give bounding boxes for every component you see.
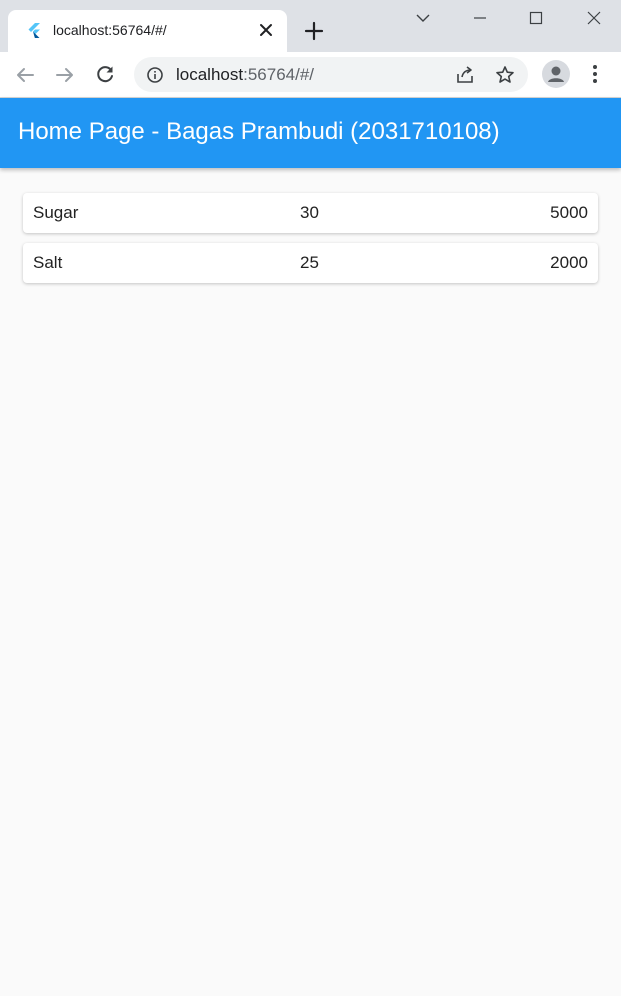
browser-tab[interactable]: localhost:56764/#/	[8, 10, 287, 52]
item-name: Salt	[33, 253, 63, 272]
item-card-sugar[interactable]: Sugar 30 5000	[23, 193, 598, 233]
tab-title: localhost:56764/#/	[53, 22, 167, 38]
app-bar: Home Page - Bagas Prambudi (2031710108)	[0, 98, 621, 168]
person-icon	[548, 66, 564, 82]
browser-toolbar: localhost:56764/#/	[0, 52, 621, 98]
item-price: 5000	[550, 203, 588, 222]
item-price: 2000	[550, 253, 588, 272]
item-card-salt[interactable]: Salt 25 2000	[23, 243, 598, 283]
tab-close-icon[interactable]	[257, 21, 275, 39]
maximize-icon[interactable]	[522, 8, 550, 28]
url-path: :56764/#/	[243, 65, 315, 84]
profile-avatar[interactable]	[542, 60, 570, 88]
kebab-menu-icon[interactable]	[585, 62, 605, 86]
flutter-icon	[28, 23, 40, 38]
arrow-left-icon[interactable]	[13, 63, 37, 87]
minimize-icon[interactable]	[466, 8, 494, 28]
plus-icon[interactable]	[303, 20, 325, 42]
page-title: Home Page - Bagas Prambudi (2031710108)	[18, 118, 500, 145]
browser-tab-strip: localhost:56764/#/	[0, 0, 621, 52]
reload-icon[interactable]	[93, 63, 117, 87]
arrow-right-icon[interactable]	[53, 63, 77, 87]
star-icon[interactable]	[495, 65, 515, 85]
item-name: Sugar	[33, 203, 79, 222]
share-icon[interactable]	[455, 65, 475, 85]
item-quantity: 30	[300, 203, 319, 222]
info-icon[interactable]	[146, 66, 164, 84]
item-quantity: 25	[300, 253, 319, 272]
url-text: localhost:56764/#/	[176, 65, 314, 85]
address-bar[interactable]: localhost:56764/#/	[134, 57, 528, 92]
close-icon[interactable]	[580, 8, 608, 28]
chevron-down-icon[interactable]	[409, 8, 437, 28]
url-host: localhost	[176, 65, 244, 84]
